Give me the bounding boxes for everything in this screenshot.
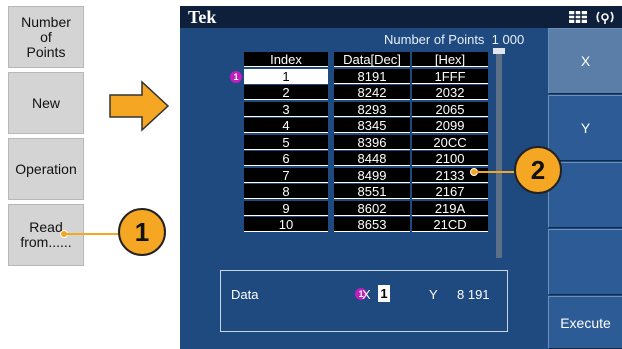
callout-1: 1 (118, 208, 166, 256)
data-entry-box: Data 1 X 1 Y 8 191 (220, 270, 508, 332)
table-row[interactable]: 6 8448 2100 (244, 151, 494, 168)
cell-hex[interactable]: 20CC (412, 134, 488, 150)
column-header-hex: [Hex] (412, 52, 488, 67)
cell-index[interactable]: 8 (244, 184, 328, 199)
cell-hex[interactable]: 219A (412, 200, 488, 216)
callout-2-leader (476, 171, 516, 173)
table-row[interactable]: 8 8551 2167 (244, 184, 494, 201)
operation-button[interactable]: Operation (8, 138, 84, 200)
number-of-points-label: Number of Points (384, 32, 485, 47)
cell-dec[interactable]: 8448 (334, 151, 410, 166)
x-softkey[interactable]: X (548, 28, 622, 94)
cell-index[interactable]: 5 (244, 134, 328, 150)
x-label: X (362, 287, 371, 302)
point-marker-icon: 1 (230, 70, 242, 83)
number-of-points-readout: Number of Points 1 000 (384, 32, 524, 47)
cell-dec[interactable]: 8191 (334, 68, 410, 84)
arrow-right-icon (109, 80, 170, 132)
execute-softkey[interactable]: Execute (548, 296, 622, 349)
cell-index[interactable]: 6 (244, 151, 328, 166)
cell-index[interactable]: 4 (244, 118, 328, 133)
cell-hex[interactable]: 21CD (412, 217, 488, 232)
blank-softkey-4[interactable] (548, 229, 622, 295)
cell-hex[interactable]: 2100 (412, 151, 488, 166)
cell-dec[interactable]: 8345 (334, 118, 410, 133)
scrollbar-thumb[interactable] (493, 48, 505, 54)
table-row[interactable]: 2 8242 2032 (244, 85, 494, 102)
cell-hex[interactable]: 2065 (412, 101, 488, 117)
table-row[interactable]: 1 1 8191 1FFF (230, 68, 494, 86)
y-softkey[interactable]: Y (548, 95, 622, 161)
cell-index[interactable]: 3 (244, 101, 328, 117)
cell-hex[interactable]: 2099 (412, 118, 488, 133)
table-row[interactable]: 9 8602 219A (244, 200, 494, 218)
cell-index[interactable]: 10 (244, 217, 328, 232)
system-icons (568, 9, 616, 25)
cell-dec[interactable]: 8293 (334, 101, 410, 117)
callout-2: 2 (514, 146, 562, 194)
cell-index[interactable]: 7 (244, 167, 328, 183)
brand-logo: Tek (188, 7, 217, 27)
y-value: 8 191 (457, 287, 490, 302)
cell-index[interactable]: 9 (244, 200, 328, 216)
y-label: Y (429, 287, 438, 302)
table-scrollbar[interactable] (496, 48, 502, 258)
cell-dec[interactable]: 8396 (334, 134, 410, 150)
title-bar: Tek (180, 6, 622, 28)
table-row[interactable]: 4 8345 2099 (244, 118, 494, 135)
cell-dec[interactable]: 8551 (334, 184, 410, 199)
new-button[interactable]: New (8, 72, 84, 134)
cell-hex[interactable]: 2167 (412, 184, 488, 199)
read-from-button[interactable]: Read from...... (8, 204, 84, 266)
column-header-dec: Data[Dec] (334, 52, 410, 67)
cell-hex[interactable]: 2032 (412, 85, 488, 100)
table-row[interactable]: 10 8653 21CD (244, 217, 494, 234)
table-row[interactable]: 7 8499 2133 (244, 167, 494, 185)
cell-index[interactable]: 1 (244, 68, 328, 84)
table-row[interactable]: 3 8293 2065 (244, 101, 494, 119)
number-of-points-value: 1 000 (491, 32, 525, 47)
grid-icon[interactable] (568, 9, 588, 25)
cell-dec[interactable]: 8653 (334, 217, 410, 232)
data-label: Data (231, 287, 259, 302)
cell-dec[interactable]: 8242 (334, 85, 410, 100)
x-input[interactable]: 1 (378, 285, 390, 302)
cell-dec[interactable]: 8602 (334, 200, 410, 216)
cell-hex[interactable]: 1FFF (412, 68, 488, 84)
cell-dec[interactable]: 8499 (334, 167, 410, 183)
wireless-icon[interactable] (594, 9, 616, 25)
callout-1-leader (66, 233, 120, 235)
table-header: Index Data[Dec] [Hex] (244, 52, 494, 69)
table-row[interactable]: 5 8396 20CC (244, 134, 494, 152)
data-table: Index Data[Dec] [Hex] 1 1 8191 1FFF 2 82… (230, 52, 494, 234)
column-header-index: Index (244, 52, 328, 67)
number-of-points-button[interactable]: Number of Points (8, 6, 84, 68)
cell-index[interactable]: 2 (244, 85, 328, 100)
